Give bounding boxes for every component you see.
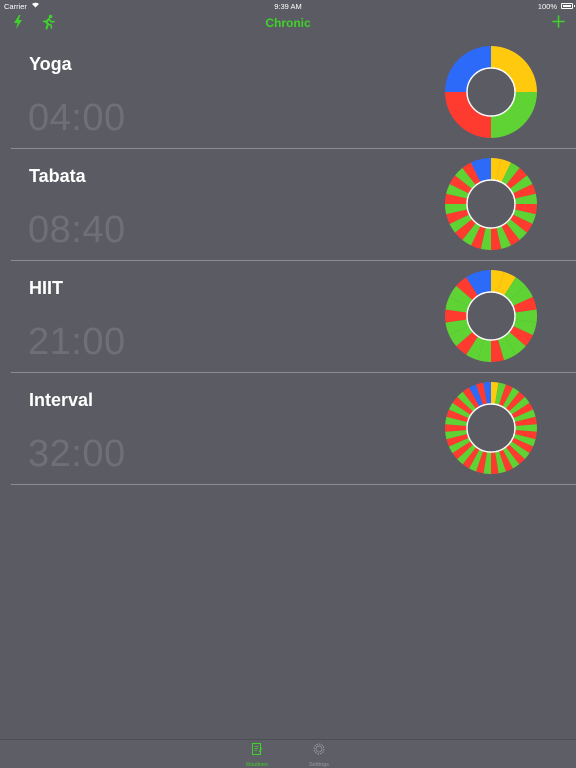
ring-center bbox=[466, 179, 516, 229]
routine-name: Yoga bbox=[29, 54, 72, 74]
tab-settings[interactable]: Settings bbox=[299, 742, 339, 768]
routine-name: Interval bbox=[29, 390, 94, 410]
navigation-bar: Chronic bbox=[0, 12, 576, 34]
routine-name: Tabata bbox=[29, 166, 86, 186]
routine-ring-chart bbox=[445, 382, 537, 474]
routine-ring-chart bbox=[445, 270, 537, 362]
gear-icon bbox=[312, 743, 326, 760]
app-screen: Carrier 9:39 AM 100% Chronic Yoga 04:00 … bbox=[0, 0, 576, 768]
routine-row-hiit[interactable]: HIIT 21:00 bbox=[11, 261, 576, 373]
battery-icon bbox=[561, 2, 575, 9]
ring-center bbox=[466, 67, 516, 117]
routine-duration: 04:00 bbox=[28, 97, 126, 139]
routine-list: Yoga 04:00 Tabata 08:40 HIIT 21:00 Inter… bbox=[0, 37, 576, 485]
nav-title: Chronic bbox=[265, 16, 311, 30]
battery-percent: 100% bbox=[537, 2, 557, 11]
tab-label: Settings bbox=[309, 762, 329, 768]
routine-row-yoga[interactable]: Yoga 04:00 bbox=[11, 37, 576, 149]
routine-ring-chart bbox=[445, 158, 537, 250]
notes-icon bbox=[251, 743, 263, 760]
tab-routines[interactable]: Routines bbox=[237, 742, 277, 768]
status-bar: Carrier 9:39 AM 100% bbox=[0, 0, 576, 12]
routine-name: HIIT bbox=[29, 278, 63, 298]
routine-row-tabata[interactable]: Tabata 08:40 bbox=[11, 149, 576, 261]
routine-ring-chart bbox=[445, 46, 537, 138]
plus-icon[interactable] bbox=[552, 15, 565, 33]
routine-duration: 08:40 bbox=[28, 209, 126, 251]
routine-duration: 32:00 bbox=[28, 433, 126, 475]
ring-center bbox=[466, 403, 516, 453]
tab-label: Routines bbox=[246, 762, 268, 768]
routine-duration: 21:00 bbox=[28, 321, 126, 363]
ring-center bbox=[466, 291, 516, 341]
routine-row-interval[interactable]: Interval 32:00 bbox=[11, 373, 576, 485]
tab-bar: Routines Settings bbox=[0, 739, 576, 768]
status-time: 9:39 AM bbox=[274, 2, 302, 11]
